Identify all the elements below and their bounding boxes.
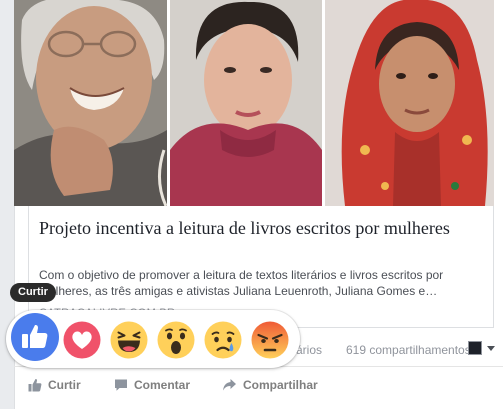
elderly-woman-image — [14, 0, 167, 206]
reaction-haha[interactable] — [110, 321, 148, 359]
share-audience-icon[interactable] — [468, 341, 482, 355]
reaction-sad[interactable] — [204, 321, 242, 359]
share-count[interactable]: 619 compartilhamentos — [346, 343, 471, 357]
comment-icon — [115, 379, 127, 391]
crying-face-icon — [204, 321, 242, 359]
reaction-tooltip: Curtir — [10, 283, 56, 302]
comment-button[interactable]: Comentar — [114, 376, 190, 394]
like-button[interactable]: Curtir — [28, 376, 81, 394]
photo-elderly-woman[interactable] — [14, 0, 167, 206]
headscarf-woman-image — [325, 0, 494, 206]
surprised-face-icon — [157, 321, 195, 359]
chevron-down-icon[interactable] — [487, 346, 495, 351]
dark-hair-woman-image — [170, 0, 322, 206]
comment-count[interactable]: ários — [296, 343, 322, 357]
angry-face-icon — [251, 321, 289, 359]
thumbs-up-icon — [28, 378, 42, 392]
reactions-popup — [6, 310, 300, 368]
link-preview-images[interactable] — [14, 0, 494, 206]
reaction-like[interactable] — [10, 312, 60, 362]
reaction-love[interactable] — [63, 321, 101, 359]
photo-woman-headscarf[interactable] — [325, 0, 494, 206]
share-button-label: Compartilhar — [243, 378, 318, 392]
share-button[interactable]: Compartilhar — [222, 376, 318, 394]
comment-button-label: Comentar — [134, 378, 191, 392]
thumbs-up-icon — [11, 313, 59, 361]
share-arrow-icon — [223, 379, 236, 391]
reaction-wow[interactable] — [157, 321, 195, 359]
post-action-bar: Curtir Comentar Compartilhar — [14, 366, 503, 400]
reaction-angry[interactable] — [251, 321, 289, 359]
laughing-face-icon — [110, 321, 148, 359]
link-title[interactable]: Projeto incentiva a leitura de livros es… — [39, 217, 479, 240]
photo-woman-dark-hair[interactable] — [170, 0, 322, 206]
link-description: Com o objetivo de promover a leitura de … — [39, 268, 444, 298]
like-button-label: Curtir — [48, 378, 81, 392]
heart-icon — [63, 321, 101, 359]
